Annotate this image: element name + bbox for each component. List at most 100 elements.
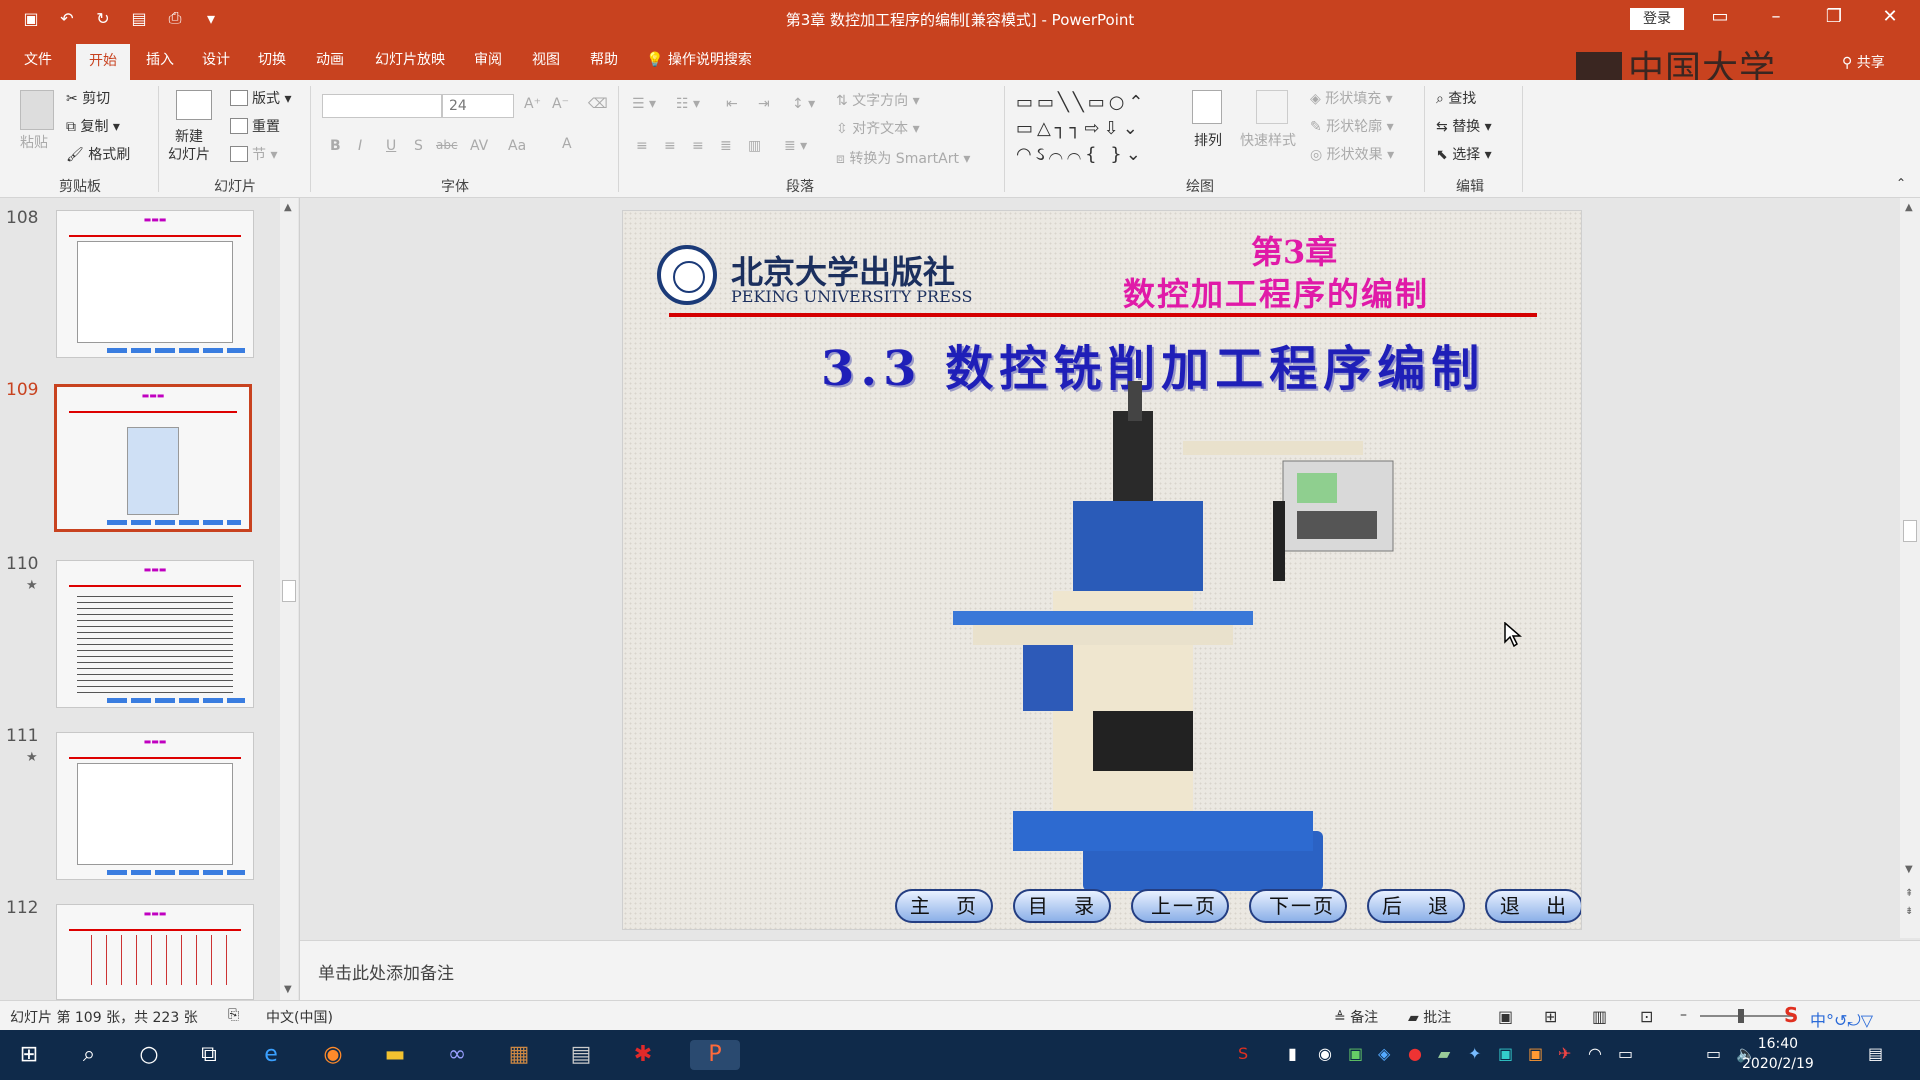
task-view-icon[interactable]: ⧉ xyxy=(194,1040,224,1070)
notifications-icon[interactable]: ▤ xyxy=(1868,1044,1883,1063)
scroll-thumb[interactable] xyxy=(282,580,296,602)
wechat-tray-icon[interactable]: ▣ xyxy=(1498,1044,1513,1063)
shape-outline-button[interactable]: ✎ 形状轮廓 ▾ xyxy=(1310,116,1394,136)
ie-browser-icon[interactable]: e xyxy=(256,1040,286,1070)
windows-start-icon[interactable]: ⊞ xyxy=(14,1040,44,1070)
nav-next-button[interactable]: 下一页 xyxy=(1249,889,1347,923)
new-slide-button[interactable]: 新建 幻灯片 xyxy=(168,128,210,164)
paste-button[interactable]: 粘贴 xyxy=(20,132,48,152)
login-button[interactable]: 登录 xyxy=(1630,8,1684,30)
ime-toolbar-icon[interactable]: 中°↺⤾▽ xyxy=(1810,1007,1873,1031)
slide-canvas[interactable]: 北京大学出版社 PEKING UNIVERSITY PRESS 第3章 数控加工… xyxy=(622,210,1582,930)
bluetooth-tray-icon[interactable]: ✦ xyxy=(1468,1044,1481,1063)
close-icon[interactable]: ✕ xyxy=(1870,6,1910,27)
font-color-button[interactable]: A xyxy=(562,136,572,152)
tab-review[interactable]: 审阅 xyxy=(464,38,512,80)
nvidia-tray-icon[interactable]: ▣ xyxy=(1348,1044,1363,1063)
tablet-tray-icon[interactable]: ▭ xyxy=(1618,1044,1633,1063)
slide-thumbnail-108[interactable]: ▬▬▬ xyxy=(56,210,254,358)
system-clock[interactable]: 16:40 2020/2/19 xyxy=(1742,1034,1814,1074)
ribbon-display-icon[interactable]: ▭ xyxy=(1700,6,1740,27)
thumbnails-scrollbar[interactable]: ▲ ▼ xyxy=(280,198,298,1000)
text-direction-button[interactable]: ⇅ 文字方向 ▾ xyxy=(836,90,920,110)
scroll-thumb[interactable] xyxy=(1903,520,1917,542)
select-button[interactable]: ⬉ 选择 ▾ xyxy=(1436,144,1492,164)
app-red-icon[interactable]: ✱ xyxy=(628,1040,658,1070)
zoom-slider[interactable] xyxy=(1700,1015,1796,1017)
reset-button[interactable]: 重置 xyxy=(230,116,280,136)
underline-button[interactable]: U xyxy=(386,138,396,154)
justify-icon[interactable]: ≣ xyxy=(720,138,732,154)
shape-effects-button[interactable]: ◎ 形状效果 ▾ xyxy=(1310,144,1394,164)
numbering-icon[interactable]: ☷ ▾ xyxy=(676,96,700,112)
spellcheck-icon[interactable]: ⎘ xyxy=(228,1007,239,1023)
shield-icon[interactable]: ◈ xyxy=(1378,1044,1390,1063)
search-icon[interactable]: ⌕ xyxy=(74,1040,104,1070)
prev-slide-icon[interactable]: ⇞ xyxy=(1905,888,1913,899)
zoom-slider-knob[interactable] xyxy=(1738,1009,1744,1023)
font-name-combo[interactable] xyxy=(322,94,442,118)
file-explorer-icon[interactable]: ▬ xyxy=(380,1040,410,1070)
slide-scrollbar[interactable]: ▲ ▼ ⇞ ⇟ xyxy=(1900,198,1920,938)
bookmark-tray-icon[interactable]: ▮ xyxy=(1288,1044,1297,1063)
firefox-icon[interactable]: ◉ xyxy=(318,1040,348,1070)
scroll-down-icon[interactable]: ▼ xyxy=(284,984,292,995)
sogou-ime-icon[interactable]: S xyxy=(1784,1003,1798,1027)
layout-button[interactable]: 版式 ▾ xyxy=(230,88,291,108)
align-left-icon[interactable]: ≡ xyxy=(636,138,648,154)
section-button[interactable]: 节 ▾ xyxy=(230,144,277,164)
slide-thumbnail-112[interactable]: ▬▬▬ xyxy=(56,904,254,1000)
slide-thumbnail-110[interactable]: ▬▬▬ xyxy=(56,560,254,708)
next-slide-icon[interactable]: ⇟ xyxy=(1905,906,1913,917)
format-painter-button[interactable]: 🖌 格式刷 xyxy=(66,144,130,164)
align-text-button[interactable]: ⇳ 对齐文本 ▾ xyxy=(836,118,920,138)
find-button[interactable]: ⌕ 查找 xyxy=(1436,88,1476,108)
tab-home[interactable]: 开始 xyxy=(76,44,130,80)
tab-view[interactable]: 视图 xyxy=(522,38,570,80)
cortana-icon[interactable]: ○ xyxy=(134,1040,164,1070)
align-right-icon[interactable]: ≡ xyxy=(692,138,704,154)
scroll-down-icon[interactable]: ▼ xyxy=(1905,864,1913,875)
nav-prev-button[interactable]: 上一页 xyxy=(1131,889,1229,923)
shapes-gallery[interactable]: ▭▭╲╲▭○⌃ ▭△┐┐⇨⇩⌄ ◠ઽ⌒⌒{ }⌄ xyxy=(1016,90,1172,168)
scroll-up-icon[interactable]: ▲ xyxy=(284,202,292,213)
quick-styles-button[interactable]: 快速样式 xyxy=(1240,130,1296,150)
tell-me-search[interactable]: 💡 操作说明搜索 xyxy=(646,38,786,80)
strikethrough-button[interactable]: abc xyxy=(436,138,458,152)
tab-slideshow[interactable]: 幻灯片放映 xyxy=(364,38,456,80)
app-video-icon[interactable]: ▦ xyxy=(504,1040,534,1070)
shape-fill-button[interactable]: ◈ 形状填充 ▾ xyxy=(1310,88,1393,108)
scroll-up-icon[interactable]: ▲ xyxy=(1905,202,1913,213)
bullets-icon[interactable]: ☰ ▾ xyxy=(632,96,656,112)
powerpoint-taskbar-icon[interactable]: P xyxy=(690,1040,740,1070)
change-case-button[interactable]: Aa xyxy=(508,138,526,154)
sogou-tray-icon[interactable]: S xyxy=(1238,1044,1248,1063)
columns-icon[interactable]: ▥ xyxy=(748,138,761,154)
tab-insert[interactable]: 插入 xyxy=(136,38,184,80)
shadow-button[interactable]: S xyxy=(414,138,423,154)
shrink-font-icon[interactable]: A⁻ xyxy=(552,96,569,112)
increase-indent-icon[interactable]: ⇥ xyxy=(758,96,770,112)
align-distribute-icon[interactable]: ≣ ▾ xyxy=(784,138,807,154)
decrease-indent-icon[interactable]: ⇤ xyxy=(726,96,738,112)
office-tray-icon[interactable]: ▣ xyxy=(1528,1044,1543,1063)
nav-exit-button[interactable]: 退 出 xyxy=(1485,889,1581,923)
arrange-button[interactable]: 排列 xyxy=(1194,130,1222,150)
tab-design[interactable]: 设计 xyxy=(192,38,240,80)
slide-sorter-icon[interactable]: ⊞ xyxy=(1544,1007,1557,1026)
slide-thumbnail-109[interactable]: ▬▬▬ xyxy=(54,384,252,532)
clear-format-icon[interactable]: ⌫ xyxy=(588,96,608,112)
slide-thumbnail-111[interactable]: ▬▬▬ xyxy=(56,732,254,880)
comments-toggle[interactable]: ▰ 批注 xyxy=(1408,1007,1451,1027)
notes-toggle[interactable]: ≜ 备注 xyxy=(1334,1007,1378,1027)
battery-icon[interactable]: ▭ xyxy=(1706,1044,1721,1063)
wifi-icon[interactable]: ◠ xyxy=(1588,1044,1602,1063)
replace-button[interactable]: ⇆ 替换 ▾ xyxy=(1436,116,1492,136)
char-spacing-button[interactable]: AV xyxy=(470,138,488,154)
cut-button[interactable]: ✂ 剪切 xyxy=(66,88,110,108)
notes-placeholder[interactable]: 单击此处添加备注 xyxy=(318,959,454,984)
normal-view-icon[interactable]: ▣ xyxy=(1498,1007,1513,1026)
italic-button[interactable]: I xyxy=(358,138,362,154)
app-infinity-icon[interactable]: ∞ xyxy=(442,1040,472,1070)
acrobat-tray-icon[interactable]: ✈ xyxy=(1558,1044,1571,1063)
